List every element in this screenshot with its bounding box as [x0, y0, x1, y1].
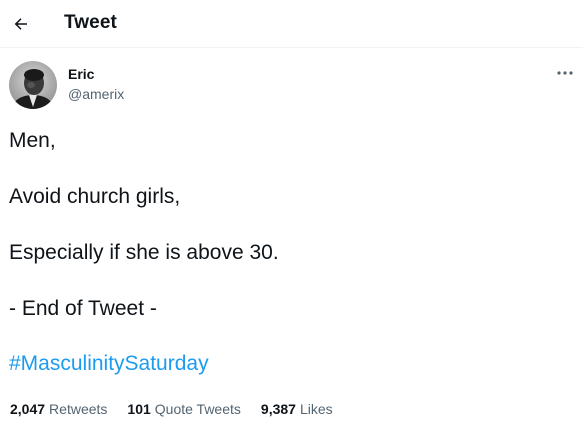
avatar[interactable] [9, 61, 57, 109]
tweet-text-line: Avoid church girls, [9, 185, 181, 208]
hashtag-link[interactable]: #MasculinitySaturday [9, 352, 209, 376]
avatar-image [9, 61, 57, 109]
tweet-text-line: - End of Tweet - [9, 297, 157, 320]
likes-count: 9,387 [260, 401, 296, 417]
arrow-left-icon [14, 18, 27, 30]
author-name[interactable]: Eric [68, 66, 94, 82]
retweets-count: 2,047 [10, 401, 46, 417]
quote-tweets-label: Quote Tweets [154, 401, 241, 417]
page-header: Tweet [0, 0, 583, 48]
likes-stat[interactable]: 9,387 Likes [261, 401, 333, 417]
more-options-button[interactable] [552, 62, 578, 84]
quote-tweets-count: 101 [127, 401, 151, 417]
retweets-stat[interactable]: 2,047 Retweets [10, 401, 107, 417]
more-horizontal-icon [557, 71, 573, 75]
quote-tweets-stat[interactable]: 101 Quote Tweets [127, 401, 241, 417]
tweet-page: Tweet Eric @amerix Men, Avoid church gir… [0, 0, 583, 436]
tweet-text-line: Especially if she is above 30. [9, 241, 279, 264]
tweet-text-line: Men, [9, 129, 56, 152]
retweets-label: Retweets [49, 401, 108, 417]
likes-label: Likes [299, 401, 333, 417]
back-button[interactable] [4, 7, 38, 41]
tweet-stats: 2,047 Retweets 101 Quote Tweets 9,387 Li… [10, 398, 353, 420]
page-title: Tweet [64, 12, 117, 33]
author-handle[interactable]: @amerix [68, 86, 124, 102]
